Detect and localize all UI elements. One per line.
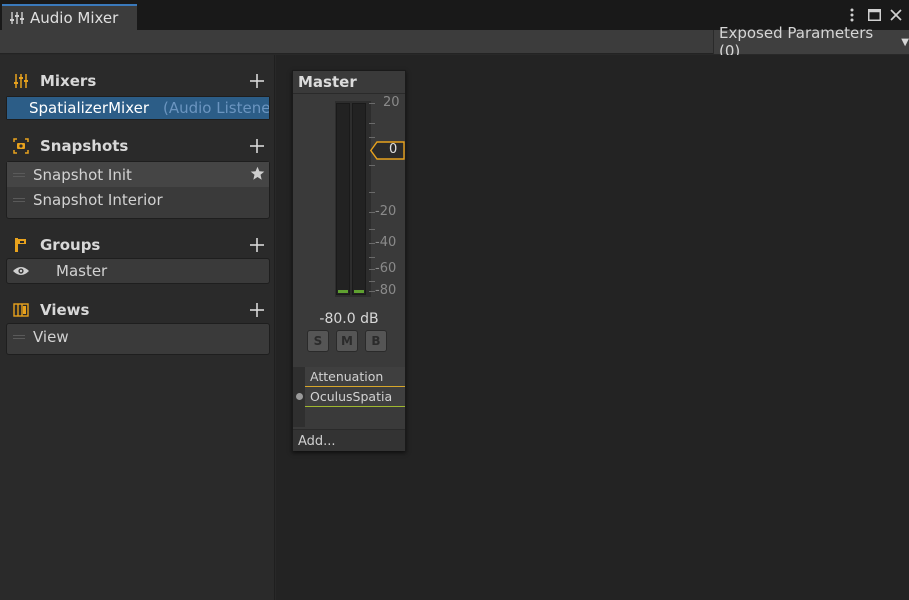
scale-tick	[369, 257, 375, 258]
effects-list: Attenuation OculusSpatia	[293, 367, 405, 427]
snapshot-label: Snapshot Interior	[33, 190, 163, 209]
plus-icon	[250, 303, 264, 317]
strip-buttons: S M B	[307, 330, 387, 352]
mixers-icon	[12, 72, 30, 90]
drag-handle-icon[interactable]	[13, 172, 25, 177]
maximize-icon[interactable]	[867, 7, 881, 23]
drag-handle-icon[interactable]	[13, 334, 25, 339]
channel-strip-master[interactable]: Master 20 -20 -40 -60 -80 0 -80.0 dB S M…	[292, 70, 406, 451]
eye-icon[interactable]	[12, 265, 30, 277]
view-label: View	[33, 327, 69, 346]
effect-bullet-icon	[296, 393, 303, 400]
mute-button[interactable]: M	[336, 330, 358, 352]
groups-icon	[12, 236, 30, 254]
meter-fill	[338, 290, 348, 293]
groups-header: Groups	[8, 234, 270, 256]
meter-scale: 20 -20 -40 -60 -80	[369, 95, 405, 298]
mixers-header: Mixers	[8, 70, 270, 92]
snapshots-header: Snapshots	[8, 135, 270, 157]
scale-tick	[369, 165, 375, 166]
strip-divider	[293, 93, 405, 94]
level-meter-right	[352, 103, 366, 295]
toolbar: Exposed Parameters (0) ▼	[0, 24, 909, 60]
effect-attenuation[interactable]: Attenuation	[305, 367, 405, 387]
add-mixer-button[interactable]	[248, 70, 266, 92]
views-title: Views	[40, 301, 90, 319]
mixer-note: (Audio Listener	[163, 99, 269, 117]
mixer-sliders-icon	[10, 12, 24, 24]
snapshots-title: Snapshots	[40, 137, 129, 155]
group-label: Master	[56, 262, 108, 280]
scale-tick	[369, 229, 375, 230]
scale-label: -40	[375, 235, 397, 250]
plus-icon	[250, 238, 264, 252]
list-item-snapshot[interactable]: Snapshot Init	[7, 162, 269, 187]
list-item-group[interactable]: Master	[7, 259, 269, 283]
sidebar: Mixers SpatializerMixer (Audio Listener …	[0, 55, 275, 600]
level-meter-left	[336, 103, 350, 295]
add-group-button[interactable]	[248, 234, 266, 256]
snapshot-label: Snapshot Init	[33, 165, 132, 184]
scale-tick	[369, 137, 375, 138]
add-view-button[interactable]	[248, 299, 266, 321]
snapshots-list: Snapshot Init Snapshot Interior	[6, 161, 270, 219]
level-readout: -80.0 dB	[319, 311, 379, 327]
views-icon	[12, 301, 30, 319]
scale-tick	[369, 103, 375, 104]
bypass-button[interactable]: B	[365, 330, 387, 352]
scale-tick	[369, 281, 375, 282]
scale-label: -60	[375, 261, 397, 276]
groups-list: Master	[6, 258, 270, 284]
add-effect-button[interactable]: Add...	[298, 434, 336, 449]
scale-label: -80	[375, 283, 397, 298]
plus-icon	[250, 74, 264, 88]
meter-fill	[354, 290, 364, 293]
mixers-title: Mixers	[40, 72, 97, 90]
strip-title: Master	[298, 73, 357, 91]
scale-label: 20	[383, 95, 400, 110]
kebab-menu-icon[interactable]	[845, 7, 859, 23]
fader-value: 0	[389, 142, 398, 157]
effect-oculus-spatializer[interactable]: OculusSpatia	[305, 387, 405, 407]
scale-tick	[369, 192, 375, 193]
drag-handle-icon[interactable]	[13, 197, 25, 202]
star-icon[interactable]	[250, 166, 265, 185]
window-controls	[845, 7, 903, 23]
mixers-list: SpatializerMixer (Audio Listener	[6, 96, 270, 120]
volume-fader-handle[interactable]: 0	[370, 141, 405, 160]
list-item-mixer[interactable]: SpatializerMixer (Audio Listener	[7, 97, 269, 119]
plus-icon	[250, 139, 264, 153]
add-snapshot-button[interactable]	[248, 135, 266, 157]
groups-title: Groups	[40, 236, 101, 254]
tab-audio-mixer[interactable]: Audio Mixer	[2, 4, 137, 30]
effect-label: Attenuation	[310, 369, 384, 384]
list-item-view[interactable]: View	[7, 324, 269, 349]
tab-title: Audio Mixer	[30, 9, 119, 27]
list-item-snapshot[interactable]: Snapshot Interior	[7, 187, 269, 212]
close-icon[interactable]	[889, 7, 903, 23]
dropdown-caret-icon: ▼	[901, 36, 909, 48]
snapshots-icon	[12, 137, 30, 155]
views-header: Views	[8, 299, 270, 321]
scale-tick	[369, 123, 375, 124]
mixer-name: SpatializerMixer	[29, 99, 149, 117]
views-list: View	[6, 323, 270, 355]
exposed-parameters-dropdown[interactable]: Exposed Parameters (0) ▼	[713, 24, 909, 60]
effect-label: OculusSpatia	[310, 389, 393, 404]
solo-button[interactable]: S	[307, 330, 329, 352]
scale-label: -20	[375, 204, 397, 219]
